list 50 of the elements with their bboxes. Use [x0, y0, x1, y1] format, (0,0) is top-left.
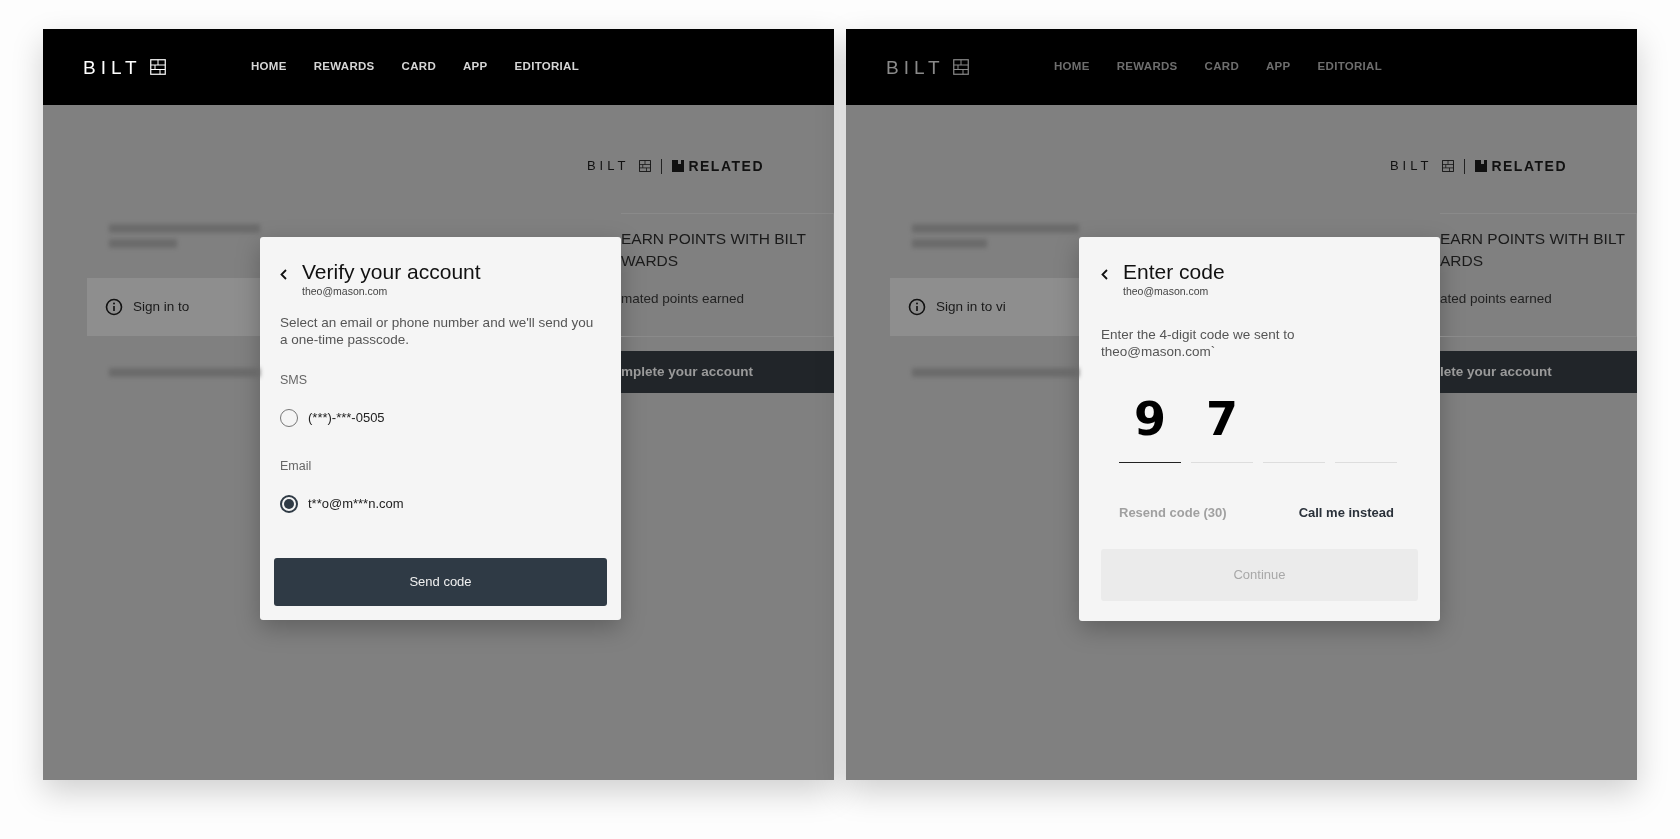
radio-option[interactable]: (***)-***-0505: [280, 407, 385, 428]
account-email: theo@mason.com: [1123, 284, 1210, 300]
nav-link[interactable]: APP: [1266, 58, 1291, 76]
description-text: Enter the 4-digit code we sent to theo@mason.com`: [1101, 325, 1296, 362]
dialog-title: Enter code: [1123, 259, 1225, 285]
nav-link[interactable]: REWARDS: [313, 58, 375, 76]
nav-link[interactable]: HOME: [251, 58, 287, 76]
square-logo-icon: [1475, 160, 1488, 172]
code-digit-field[interactable]: 7: [1191, 383, 1253, 464]
back-icon[interactable]: [1101, 269, 1109, 280]
card-title: WARDS: [621, 250, 680, 271]
square-logo-icon: [672, 160, 685, 172]
primary-button[interactable]: Send code: [274, 557, 607, 606]
card-title: EARN POINTS WITH BILT: [1440, 229, 1626, 249]
grid-logo-icon: [1442, 160, 1455, 172]
partner-logo: RELATED: [688, 156, 764, 176]
nav-link[interactable]: CARD: [1204, 58, 1239, 76]
card-text: mated points earned: [621, 290, 746, 309]
description-text: Select an email or phone number and we'll send you a one-time passcode.: [280, 313, 595, 350]
code-digit-field[interactable]: 9: [1119, 383, 1181, 464]
nav-link[interactable]: APP: [463, 58, 488, 76]
partner-logo: BILT: [586, 157, 630, 176]
card-title: ARDS: [1440, 250, 1485, 271]
grid-logo-icon: [149, 59, 166, 75]
account-button[interactable]: mplete your account: [621, 351, 834, 393]
partner-logo: RELATED: [1491, 156, 1567, 176]
group-label: SMS: [280, 372, 309, 390]
text-link[interactable]: Call me instead: [1298, 503, 1394, 523]
account-button[interactable]: lete your account: [1440, 351, 1637, 393]
brand-logo[interactable]: BILT: [886, 57, 945, 77]
nav-link[interactable]: EDITORIAL: [1317, 58, 1383, 76]
grid-logo-icon: [952, 59, 969, 75]
group-label: Email: [280, 458, 313, 476]
dialog-title: Verify your account: [302, 259, 481, 285]
grid-logo-icon: [639, 160, 652, 172]
info-icon: [908, 298, 926, 316]
info-icon: [105, 298, 123, 316]
back-icon[interactable]: [280, 269, 288, 280]
nav-link[interactable]: EDITORIAL: [514, 58, 580, 76]
nav-link[interactable]: CARD: [401, 58, 436, 76]
nav-link[interactable]: REWARDS: [1116, 58, 1178, 76]
radio-option[interactable]: t**o@m***n.com: [280, 494, 404, 514]
card-title: EARN POINTS WITH BILT: [621, 229, 807, 249]
card-text: ated points earned: [1440, 290, 1553, 309]
notice-text: Sign in to: [133, 297, 190, 316]
nav-link[interactable]: HOME: [1054, 58, 1090, 76]
partner-logo: BILT: [1389, 157, 1433, 176]
brand-logo[interactable]: BILT: [83, 57, 142, 77]
account-email: theo@mason.com: [302, 284, 389, 300]
notice-text: Sign in to vi: [936, 297, 1006, 316]
